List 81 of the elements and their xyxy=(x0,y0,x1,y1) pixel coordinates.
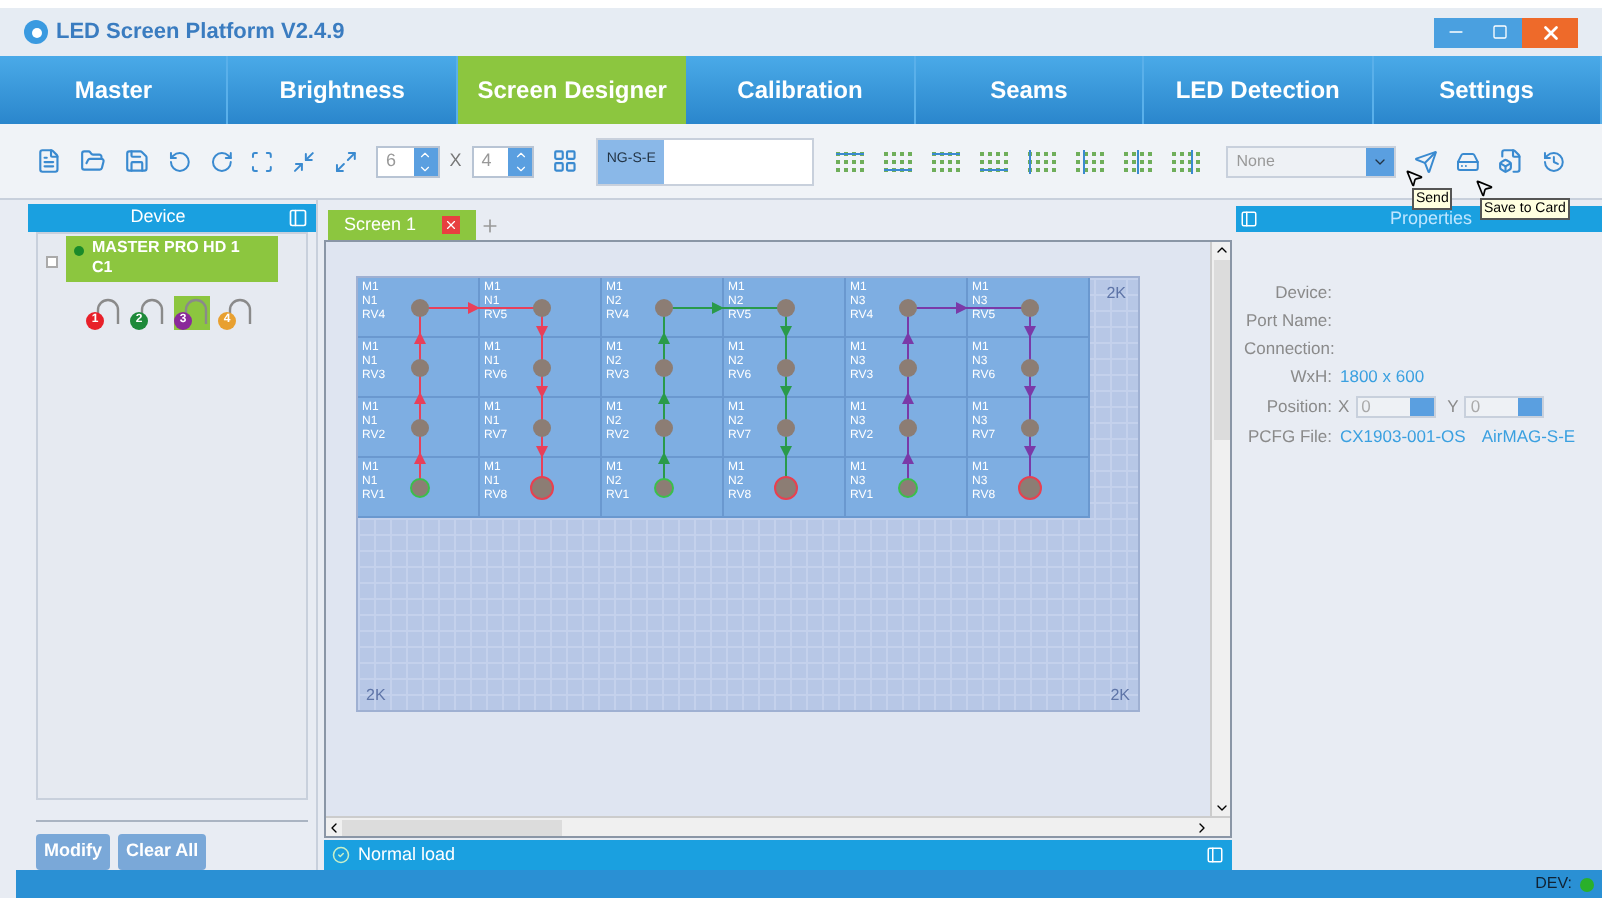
cursor-icon xyxy=(1474,178,1494,198)
history-icon[interactable] xyxy=(1542,149,1566,173)
horizontal-scrollbar[interactable] xyxy=(326,816,1230,836)
tree-checkbox[interactable] xyxy=(46,256,58,268)
panel-title: Properties xyxy=(1390,205,1473,232)
property-label: Port Name: xyxy=(1244,308,1332,334)
close-button[interactable] xyxy=(1522,17,1578,47)
wiring-pattern-icon[interactable] xyxy=(884,149,913,173)
wiring-pattern-icon[interactable] xyxy=(1076,149,1105,173)
wiring-pattern-icon[interactable] xyxy=(932,149,961,173)
panel-title: Device xyxy=(128,204,188,231)
app-logo-icon xyxy=(24,20,48,44)
shrink-icon[interactable] xyxy=(292,149,317,173)
wiring-pattern-icon[interactable] xyxy=(980,149,1009,173)
fit-icon[interactable] xyxy=(250,149,275,173)
panel-button[interactable]: Clear All xyxy=(118,834,207,870)
close-glyph-icon xyxy=(444,218,458,232)
scroll-down-icon[interactable] xyxy=(1213,800,1229,816)
scroll-thumb[interactable] xyxy=(1213,259,1229,439)
cursor-icon xyxy=(1404,168,1424,188)
device-subtitle: C1 xyxy=(92,258,115,278)
port-arch-icon xyxy=(228,298,252,324)
load-status: Normal load xyxy=(358,841,458,868)
undo-icon[interactable] xyxy=(167,149,191,173)
maximize-button[interactable] xyxy=(1478,17,1522,47)
wiring-pattern-icon[interactable] xyxy=(1124,149,1153,173)
property-label: Connection: xyxy=(1244,336,1332,362)
device-node[interactable]: MASTER PRO HD 1 C1 xyxy=(66,236,278,282)
open-folder-icon[interactable] xyxy=(79,148,106,174)
scroll-left-icon[interactable] xyxy=(326,819,342,835)
property-value: 1800 x 600 xyxy=(1340,364,1425,390)
save-to-card-icon[interactable] xyxy=(1456,149,1481,173)
axis-label: X xyxy=(1338,394,1350,420)
rows-spinbox[interactable]: 6 xyxy=(376,145,440,177)
property-label: WxH: xyxy=(1288,364,1332,390)
property-value: AirMAG-S-E xyxy=(1481,424,1576,450)
y-position-field[interactable]: 0 xyxy=(1464,396,1545,418)
device-name: MASTER PRO HD 1 xyxy=(92,238,240,258)
vertical-scrollbar[interactable] xyxy=(1210,242,1230,816)
times-sign: X xyxy=(449,147,462,174)
collapse-icon[interactable] xyxy=(1240,210,1258,228)
property-label: Device: xyxy=(1273,280,1332,306)
property-value: CX1903-001-OS xyxy=(1340,424,1466,450)
wiring-pattern-icon[interactable] xyxy=(1172,149,1201,173)
property-label: PCFG File: xyxy=(1245,424,1332,450)
send-icon[interactable] xyxy=(1414,149,1439,173)
device-status-label: DEV: xyxy=(1535,872,1572,896)
port-arch-icon xyxy=(96,298,120,324)
property-label: Position: xyxy=(1264,394,1332,420)
screen-tab[interactable]: Screen 1 xyxy=(328,210,476,240)
redo-icon[interactable] xyxy=(209,149,233,173)
scroll-right-icon[interactable] xyxy=(1194,819,1210,835)
expand-icon[interactable] xyxy=(334,149,358,173)
wiring-pattern-icon[interactable] xyxy=(1028,149,1057,173)
collapse-icon[interactable] xyxy=(288,208,308,228)
grid-layout-icon[interactable] xyxy=(552,148,579,174)
new-file-icon[interactable] xyxy=(36,148,62,174)
file-icon[interactable] xyxy=(1498,148,1525,174)
mode-dropdown[interactable]: None xyxy=(1226,145,1397,177)
corner-mark: 2K xyxy=(366,684,386,708)
port-arch-icon xyxy=(140,298,164,324)
scroll-thumb[interactable] xyxy=(342,819,562,835)
minimize-button[interactable] xyxy=(1434,17,1478,47)
corner-mark: 2K xyxy=(1110,684,1130,708)
expand-icon[interactable] xyxy=(1206,846,1224,864)
axis-label: Y xyxy=(1447,394,1459,420)
wiring-pattern-icon[interactable] xyxy=(836,149,865,173)
cols-spinbox[interactable]: 4 xyxy=(471,145,535,177)
panel-button[interactable]: Modify xyxy=(36,834,110,870)
maximize-icon xyxy=(1492,24,1508,40)
corner-mark: 2K xyxy=(1106,282,1126,306)
window-title: LED Screen Platform V2.4.9 xyxy=(56,17,345,48)
save-icon[interactable] xyxy=(123,148,150,174)
port-arch-icon xyxy=(184,298,208,324)
close-icon xyxy=(1539,21,1561,43)
nav-tab[interactable]: Screen Designer xyxy=(457,56,687,124)
x-position-field[interactable]: 0 xyxy=(1355,396,1436,418)
close-tab-icon[interactable] xyxy=(442,216,460,234)
check-icon xyxy=(332,846,350,864)
scroll-up-icon[interactable] xyxy=(1213,242,1229,258)
add-tab-icon[interactable] xyxy=(480,216,500,236)
